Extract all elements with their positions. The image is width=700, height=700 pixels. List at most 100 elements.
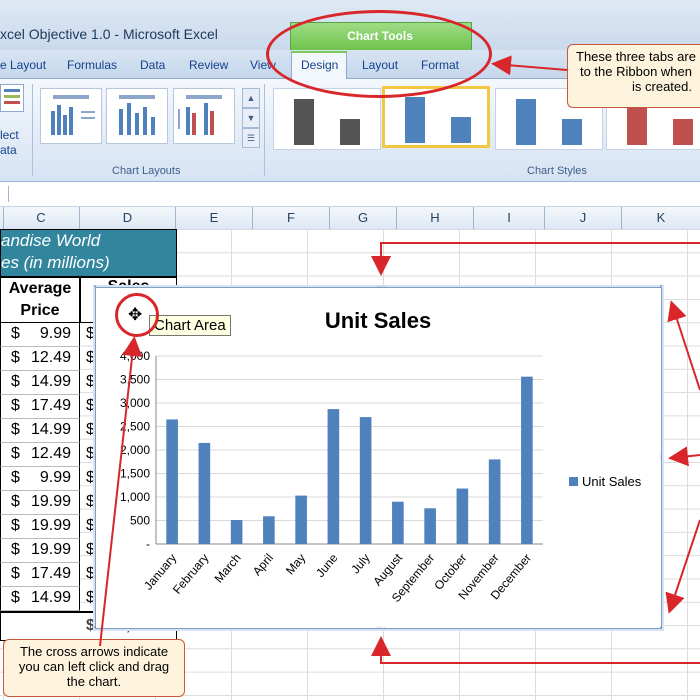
resize-handle-top-right[interactable]: ∘ [657, 283, 665, 291]
x-tick-label: June [313, 551, 341, 580]
legend-label: Unit Sales [582, 474, 642, 489]
tab-review[interactable]: Review [189, 58, 228, 72]
chart-styles-group-label: Chart Styles [527, 165, 587, 177]
currency-symbol: $ [11, 517, 20, 534]
currency-symbol: $ [11, 589, 20, 606]
y-tick-label: 2,000 [120, 443, 150, 457]
chart-layout-thumb-3[interactable] [173, 88, 235, 144]
resize-handle-top[interactable]: ···· [376, 283, 385, 291]
price-value: 19.99 [30, 541, 71, 558]
price-cell[interactable]: $19.99 [0, 515, 80, 539]
callout-chart-tools-line-1: These three tabs are [576, 49, 696, 64]
x-tick-label: April [250, 551, 276, 578]
price-cell[interactable]: $17.49 [0, 395, 80, 419]
price-value: 19.99 [30, 517, 71, 534]
tab-page-layout[interactable]: e Layout [0, 58, 46, 72]
column-header-d[interactable]: D [80, 207, 176, 229]
price-value: 9.99 [39, 325, 71, 342]
chart-area[interactable]: Unit Sales - 500 1,000 1,500 2,000 2,500 3,000 3… [92, 283, 665, 632]
price-cell[interactable]: $9.99 [0, 467, 80, 491]
resize-handle-bottom-right[interactable]: ∘ [657, 624, 665, 632]
column-header-f[interactable]: F [253, 207, 330, 229]
resize-handle-left[interactable]: ⋮ [91, 454, 99, 462]
y-tick-label: 2,500 [120, 420, 150, 434]
currency-symbol: $ [11, 469, 20, 486]
select-data-label-2[interactable]: ata [0, 143, 17, 157]
bar [230, 520, 243, 544]
select-data-icon[interactable] [0, 84, 24, 112]
layouts-more-button[interactable]: ☰ [242, 128, 260, 148]
column-header-j[interactable]: J [545, 207, 622, 229]
y-tick-label: 3,500 [120, 373, 150, 387]
price-value: 14.99 [30, 421, 71, 438]
y-tick-label: 1,000 [120, 490, 150, 504]
layouts-scroll-down-button[interactable]: ▼ [242, 108, 260, 128]
bar [166, 419, 178, 544]
bar [198, 442, 211, 544]
column-header-c[interactable]: C [3, 207, 80, 229]
average-price-header-line-2: Price [20, 302, 60, 319]
price-value: 9.99 [39, 469, 71, 486]
currency-symbol: $ [11, 445, 20, 462]
select-data-label-1[interactable]: lect [0, 128, 19, 142]
column-header-k[interactable]: K [622, 207, 700, 229]
price-cell[interactable]: $14.99 [0, 587, 80, 611]
price-value: 17.49 [30, 565, 71, 582]
price-value: 19.99 [30, 493, 71, 510]
chart-layout-thumb-1[interactable] [40, 88, 102, 144]
x-tick-label: July [348, 551, 372, 576]
bar [327, 409, 340, 544]
sales-currency-symbol: $ [86, 517, 95, 534]
callout-cross-arrows-line-2: you can left click and drag [18, 659, 170, 674]
title-banner[interactable]: andise World es (in millions) [0, 229, 177, 277]
price-value: 12.49 [30, 445, 71, 462]
price-cell[interactable]: $19.99 [0, 539, 80, 563]
price-cell[interactable]: $12.49 [0, 443, 80, 467]
sales-currency-symbol: $ [86, 397, 95, 414]
column-header-h[interactable]: H [397, 207, 474, 229]
name-box[interactable] [0, 186, 9, 202]
price-cell[interactable]: $14.99 [0, 371, 80, 395]
formula-bar[interactable] [0, 182, 700, 207]
price-cell[interactable]: $14.99 [0, 419, 80, 443]
legend-swatch [569, 477, 578, 486]
chart-tools-highlight-ellipse [266, 10, 492, 98]
column-header-i[interactable]: I [474, 207, 545, 229]
callout-chart-tools-line-2: to the Ribbon when [579, 64, 692, 79]
tab-formulas[interactable]: Formulas [67, 58, 117, 72]
sales-currency-symbol: $ [86, 373, 95, 390]
banner-line-2: es (in millions) [1, 253, 110, 272]
layouts-scroll-up-button[interactable]: ▲ [242, 88, 260, 108]
bar [392, 501, 404, 544]
chart-layout-thumb-2[interactable] [106, 88, 168, 144]
column-header-g[interactable]: G [330, 207, 397, 229]
callout-cross-arrows-line-1: The cross arrows indicate [19, 644, 169, 659]
callout-cross-arrows-line-3: the chart. [66, 674, 122, 689]
chart-area-tooltip: Chart Area [149, 315, 231, 336]
sales-currency-symbol: $ [86, 349, 95, 366]
price-cell[interactable]: $19.99 [0, 491, 80, 515]
tab-data[interactable]: Data [140, 58, 165, 72]
banner-line-1: andise World [1, 231, 101, 250]
y-tick-label: 4,000 [120, 349, 150, 363]
price-cell[interactable]: $17.49 [0, 563, 80, 587]
y-tick-label: 500 [130, 514, 150, 528]
x-tick-label: March [212, 551, 244, 586]
resize-handle-bottom[interactable]: ···· [376, 624, 385, 632]
resize-handle-bottom-left[interactable]: ∘ [91, 624, 99, 632]
resize-handle-top-left[interactable]: ∘ [91, 283, 99, 291]
resize-handle-right[interactable]: ⋮ [657, 454, 665, 462]
price-cell[interactable]: $12.49 [0, 347, 80, 371]
window-title: xcel Objective 1.0 - Microsoft Excel [0, 26, 218, 42]
bar [488, 459, 501, 544]
price-value: 14.99 [30, 373, 71, 390]
unit-sales-chart[interactable]: Unit Sales - 500 1,000 1,500 2,000 2,500 3,000 3… [96, 288, 661, 628]
column-header-e[interactable]: E [176, 207, 253, 229]
currency-symbol: $ [11, 541, 20, 558]
ribbon-separator [264, 84, 265, 176]
price-cell[interactable]: $9.99 [0, 323, 80, 347]
bar [263, 516, 275, 544]
chart-layouts-group-label: Chart Layouts [112, 165, 181, 177]
average-price-header[interactable]: Average Price [0, 277, 80, 323]
price-value: 17.49 [30, 397, 71, 414]
